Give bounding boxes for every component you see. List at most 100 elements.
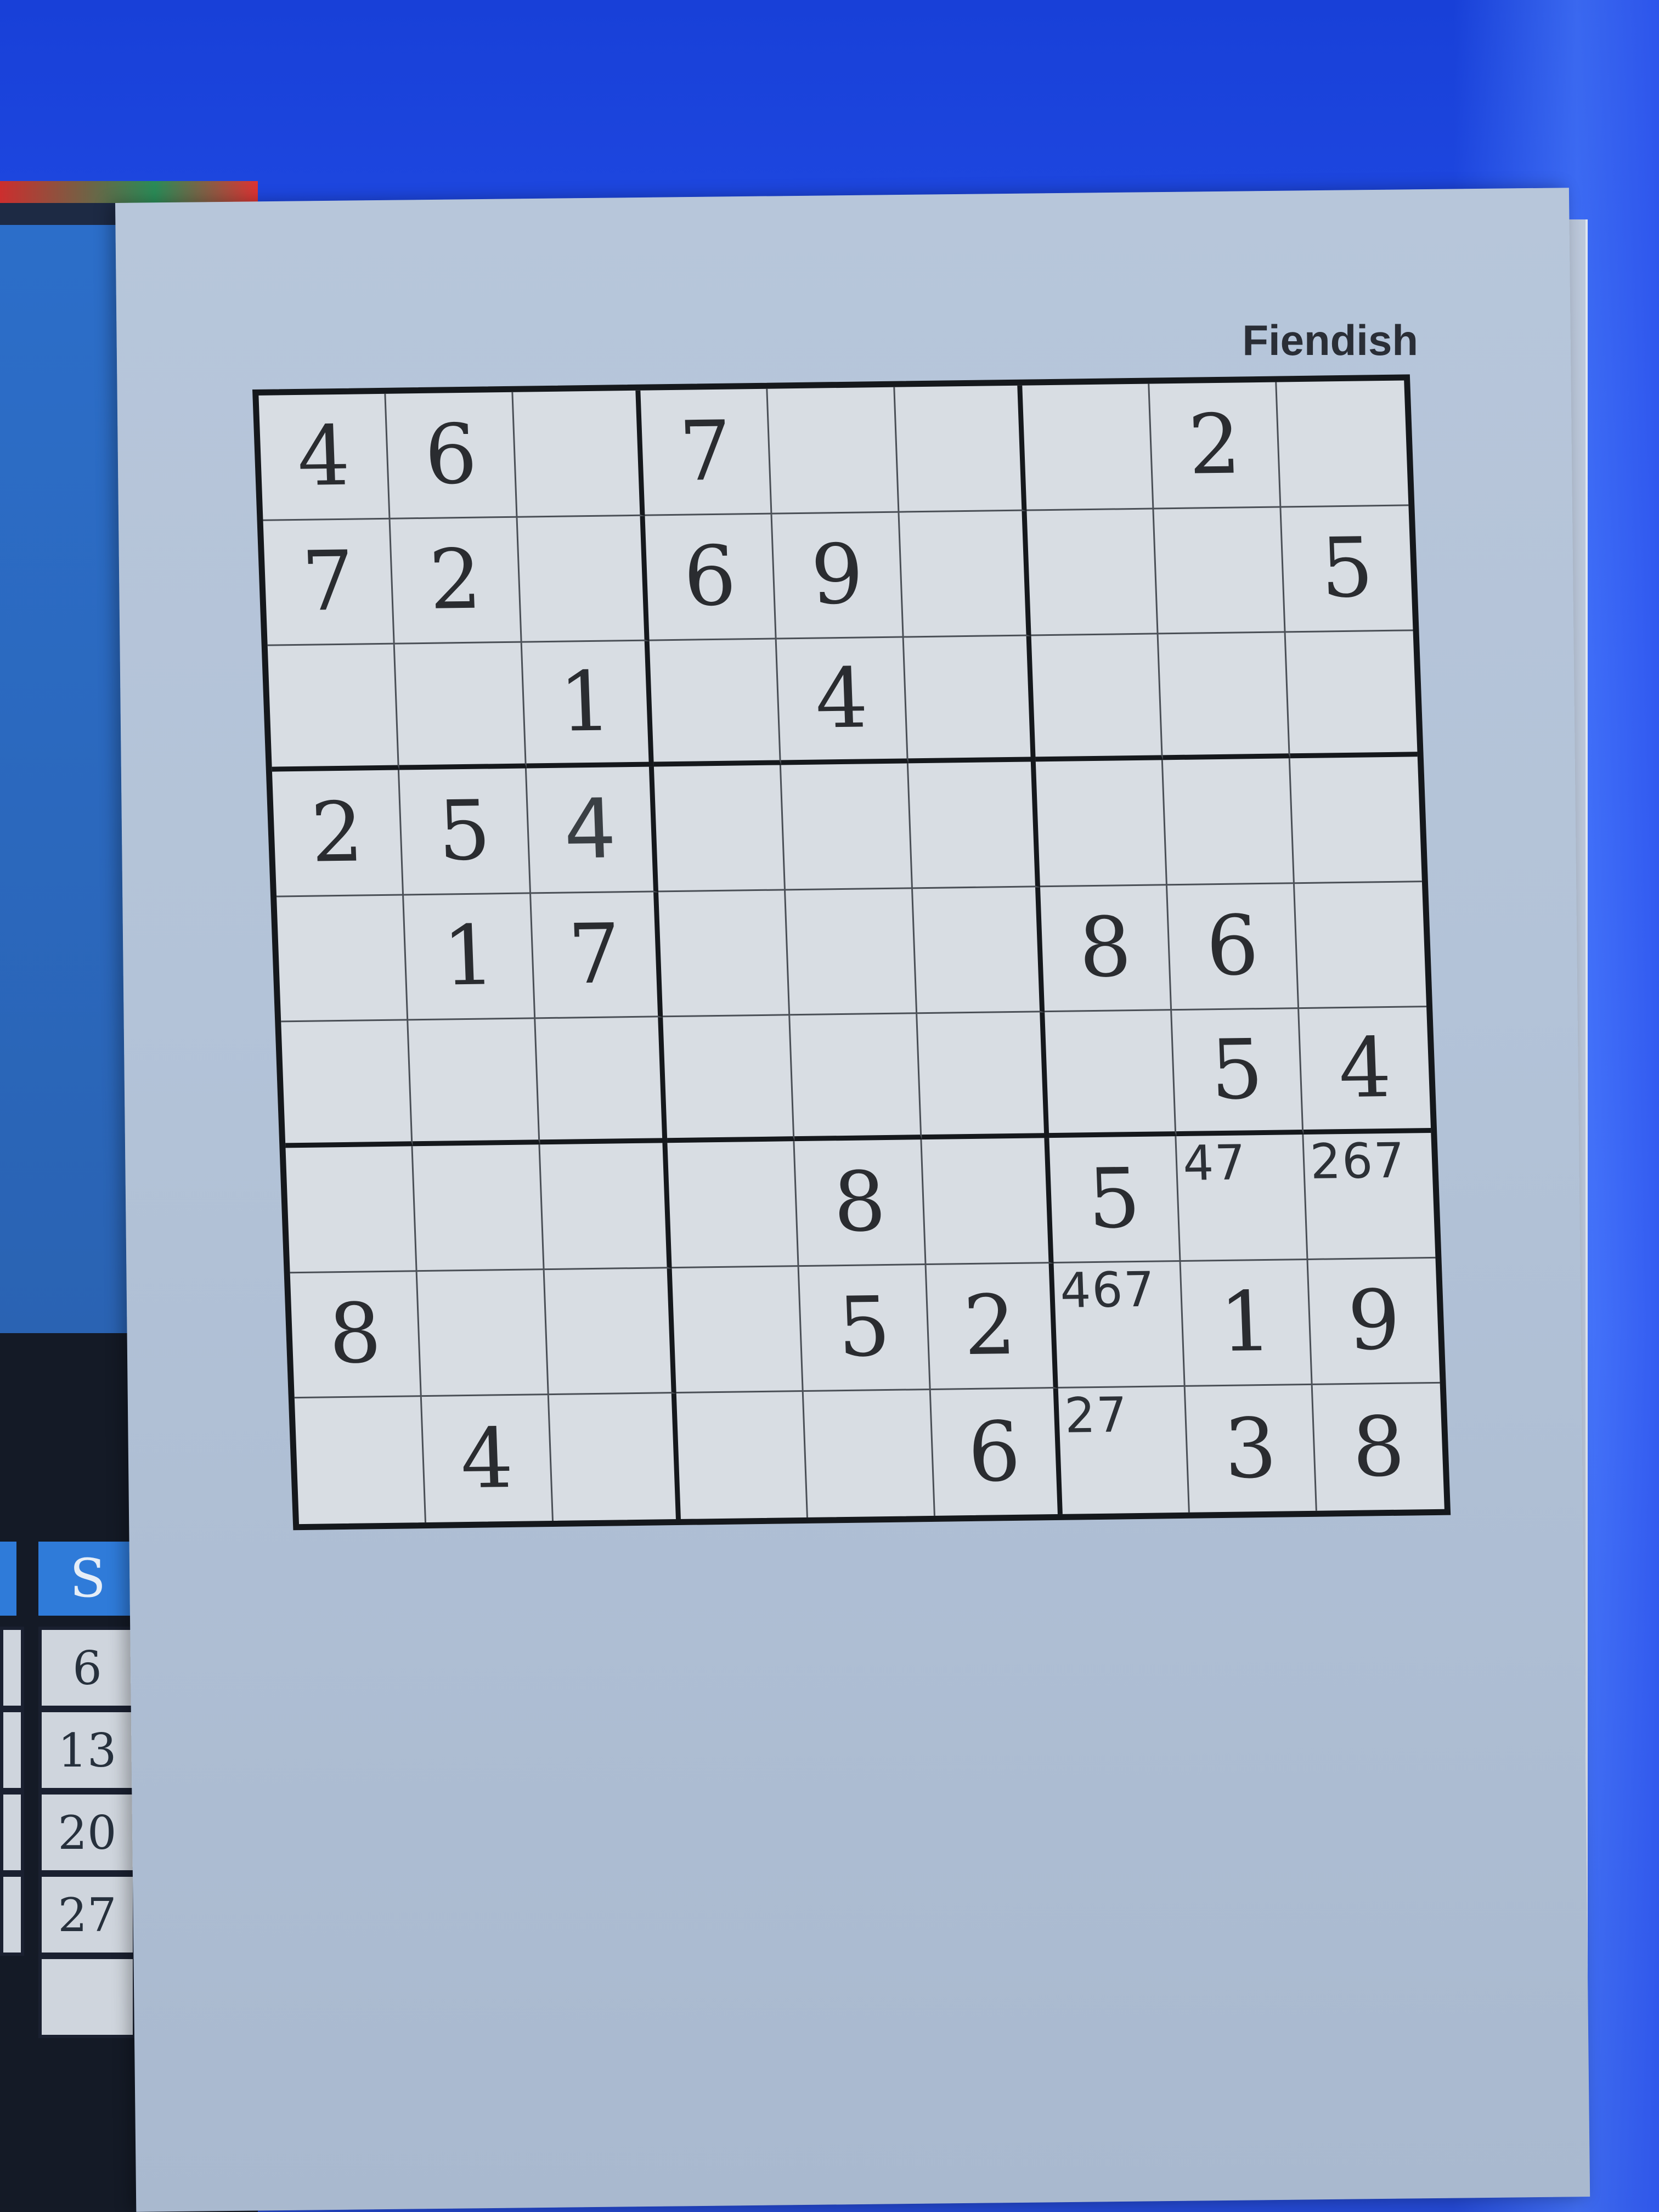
sudoku-cell-r8-c6[interactable]: 2 (926, 1263, 1058, 1391)
sudoku-cell-r9-c5[interactable] (803, 1390, 935, 1517)
sudoku-cell-r4-c6[interactable] (908, 761, 1041, 889)
sudoku-cell-r8-c9[interactable]: 9 (1308, 1258, 1440, 1386)
given-digit: 6 (423, 407, 479, 503)
sudoku-cell-r1-c9[interactable] (1277, 380, 1409, 508)
pencil-mark: 467 (1059, 1261, 1157, 1319)
sudoku-cell-r9-c1[interactable] (294, 1397, 427, 1525)
given-digit: 6 (966, 1404, 1023, 1500)
sudoku-cell-r9-c6[interactable]: 6 (930, 1389, 1063, 1516)
sudoku-cell-r6-c6[interactable] (917, 1012, 1049, 1140)
sudoku-cell-r6-c9[interactable]: 4 (1299, 1007, 1431, 1135)
sudoku-cell-r9-c7[interactable]: 27 (1058, 1387, 1190, 1514)
sudoku-cell-r1-c3[interactable] (513, 390, 645, 518)
sudoku-cell-r1-c7[interactable] (1022, 383, 1154, 511)
sudoku-cell-r5-c7[interactable]: 8 (1040, 885, 1172, 1013)
sudoku-cell-r6-c2[interactable] (408, 1019, 540, 1147)
calendar-color-stripe (0, 181, 258, 203)
given-digit: 8 (832, 1154, 888, 1251)
sudoku-cell-r8-c5[interactable]: 5 (799, 1265, 931, 1392)
sudoku-cell-r1-c1[interactable]: 4 (258, 393, 391, 521)
given-digit: 4 (1337, 1020, 1393, 1117)
sudoku-cell-r6-c8[interactable]: 5 (1172, 1009, 1304, 1137)
sudoku-cell-r1-c6[interactable] (895, 385, 1027, 513)
sudoku-cell-r4-c8[interactable] (1163, 758, 1295, 885)
sudoku-cell-r3-c9[interactable] (1285, 631, 1418, 759)
sudoku-cell-r4-c5[interactable] (781, 763, 913, 891)
sudoku-cell-r7-c7[interactable]: 5 (1049, 1136, 1181, 1263)
sudoku-cell-r8-c2[interactable] (417, 1269, 549, 1397)
sudoku-cell-r6-c3[interactable] (535, 1017, 668, 1145)
sudoku-cell-r7-c3[interactable] (540, 1143, 672, 1270)
sudoku-cell-r3-c1[interactable] (267, 644, 399, 772)
sudoku-cell-r6-c1[interactable] (281, 1020, 413, 1148)
sudoku-cell-r5-c5[interactable] (786, 888, 918, 1016)
sudoku-cell-r2-c7[interactable] (1026, 509, 1159, 636)
sudoku-cell-r3-c8[interactable] (1158, 633, 1290, 760)
sudoku-cell-r1-c4[interactable]: 7 (640, 388, 772, 516)
sudoku-cell-r3-c5[interactable]: 4 (776, 637, 909, 765)
sudoku-cell-r5-c6[interactable] (913, 887, 1045, 1014)
given-digit: 8 (1077, 900, 1133, 996)
given-digit: 4 (814, 651, 870, 747)
sudoku-cell-r5-c2[interactable]: 1 (404, 894, 536, 1021)
pencil-mark: 267 (1309, 1132, 1407, 1190)
sudoku-cell-r5-c8[interactable]: 6 (1167, 883, 1300, 1011)
sudoku-cell-r6-c4[interactable] (663, 1015, 795, 1143)
sudoku-cell-r3-c6[interactable] (904, 636, 1036, 764)
sudoku-cell-r5-c3[interactable]: 7 (531, 892, 663, 1019)
sudoku-cell-r2-c1[interactable]: 7 (263, 519, 395, 647)
calendar-date-cell: 27 (38, 1874, 136, 1956)
sudoku-cell-r8-c4[interactable] (672, 1266, 804, 1394)
sudoku-cell-r1-c8[interactable]: 2 (1149, 382, 1282, 510)
given-digit: 1 (1218, 1274, 1274, 1371)
sudoku-cell-r7-c8[interactable]: 47 (1176, 1134, 1308, 1262)
sudoku-cell-r6-c7[interactable] (1045, 1011, 1177, 1138)
sudoku-cell-r5-c1[interactable] (276, 895, 409, 1023)
sudoku-cell-r9-c9[interactable]: 8 (1313, 1384, 1444, 1511)
sudoku-cell-r4-c3[interactable]: 4 (526, 766, 659, 894)
sudoku-cell-r2-c5[interactable]: 9 (772, 512, 904, 640)
sudoku-cell-r4-c4[interactable] (653, 765, 786, 893)
given-digit: 7 (678, 403, 733, 500)
sudoku-cell-r5-c4[interactable] (658, 890, 791, 1018)
sudoku-cell-r2-c8[interactable] (1154, 507, 1286, 635)
sudoku-cell-r9-c8[interactable]: 3 (1185, 1385, 1317, 1513)
sudoku-cell-r7-c5[interactable]: 8 (794, 1139, 927, 1267)
sudoku-cell-r9-c4[interactable] (676, 1392, 808, 1519)
sudoku-cell-r4-c2[interactable]: 5 (399, 768, 532, 896)
sudoku-cell-r7-c2[interactable] (413, 1144, 545, 1272)
sudoku-cell-r3-c3[interactable]: 1 (522, 641, 654, 769)
sudoku-cell-r2-c9[interactable]: 5 (1281, 506, 1413, 633)
calendar-day-header: S (38, 1542, 137, 1616)
sudoku-cell-r9-c3[interactable] (549, 1393, 681, 1521)
given-digit: 7 (300, 534, 356, 630)
sudoku-cell-r1-c2[interactable]: 6 (386, 392, 518, 520)
sudoku-cell-r8-c1[interactable]: 8 (290, 1271, 422, 1399)
sudoku-cell-r5-c9[interactable] (1294, 882, 1427, 1009)
sudoku-cell-r3-c7[interactable] (1031, 634, 1163, 762)
sudoku-cell-r4-c7[interactable] (1035, 760, 1167, 887)
sudoku-cell-r3-c4[interactable] (649, 639, 781, 767)
calendar-date-cell (38, 1956, 136, 2038)
given-digit: 1 (441, 908, 497, 1005)
sudoku-cell-r4-c9[interactable] (1290, 757, 1422, 884)
given-digit: 6 (682, 529, 738, 625)
sudoku-cell-r7-c9[interactable]: 267 (1304, 1132, 1436, 1260)
sudoku-cell-r1-c5[interactable] (768, 387, 900, 515)
sudoku-cell-r6-c5[interactable] (790, 1014, 922, 1142)
sudoku-cell-r2-c2[interactable]: 2 (390, 517, 522, 645)
sudoku-cell-r7-c1[interactable] (285, 1146, 417, 1273)
sudoku-cell-r8-c7[interactable]: 467 (1053, 1261, 1186, 1389)
sudoku-cell-r8-c3[interactable] (544, 1268, 676, 1396)
sudoku-cell-r3-c2[interactable] (394, 642, 527, 770)
calendar-cell-edge (0, 1874, 24, 1956)
sudoku-cell-r7-c4[interactable] (667, 1141, 799, 1268)
handwritten-digit: 4 (562, 781, 618, 878)
sudoku-cell-r7-c6[interactable] (922, 1138, 1054, 1265)
sudoku-cell-r2-c6[interactable] (899, 511, 1031, 638)
sudoku-cell-r4-c1[interactable]: 2 (272, 770, 404, 898)
sudoku-cell-r2-c3[interactable] (517, 516, 650, 643)
sudoku-cell-r2-c4[interactable]: 6 (645, 514, 777, 641)
sudoku-cell-r8-c8[interactable]: 1 (1181, 1260, 1313, 1387)
sudoku-cell-r9-c2[interactable]: 4 (421, 1395, 554, 1523)
